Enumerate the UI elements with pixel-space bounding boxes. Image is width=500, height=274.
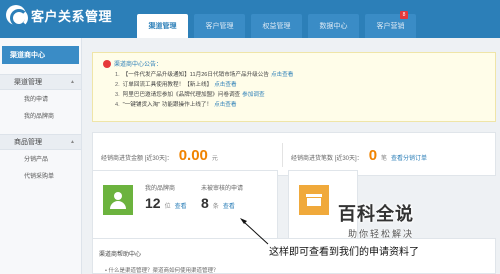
stat-label: 经销商进货笔数 [近30天]： xyxy=(291,156,363,162)
cell-value: 8 xyxy=(201,195,209,211)
tab-label: 权益管理 xyxy=(262,23,291,30)
stat-value: 0.00 xyxy=(178,147,208,164)
watermark-sub: 助你轻松解决 xyxy=(348,230,415,240)
list-item: 1. 【一件代发产品升级通知】11月26日代销市场产品升级公告 点击查看 xyxy=(115,70,293,80)
sidebar-item-my-applications[interactable]: 我的申请 xyxy=(0,90,81,107)
item-text: 订单回流工具使用教程！【新上线】 xyxy=(122,82,213,88)
tab-channel-management[interactable]: 渠道管理 xyxy=(137,14,188,38)
announcement-panel: 渠道商中心公告： 1. 【一件代发产品升级通知】11月26日代销市场产品升级公告点… xyxy=(92,52,496,122)
collapse-arrow-icon: ▲ xyxy=(70,139,75,145)
watermark-logo: 百科全说 助你轻松解决 xyxy=(338,200,462,246)
announcement-title: 渠道商中心公告： xyxy=(103,59,162,68)
tab-label: 客户管理 xyxy=(205,23,234,30)
stat-label: 经销商进货金额 [近30天]： xyxy=(101,156,173,162)
sidebar-group-label: 商品管理 xyxy=(14,139,42,146)
item-link[interactable]: 点击查看 xyxy=(214,82,236,88)
cell-unit: 条 xyxy=(212,204,219,210)
divider xyxy=(282,143,283,167)
item-number: 3. xyxy=(115,92,120,98)
announcement-icon xyxy=(103,59,111,68)
cell-label: 未被审核的申请 xyxy=(201,186,244,192)
sidebar-group-products: 商品管理 ▲ 分销产品 代销采购单 xyxy=(0,134,81,184)
top-header: 客户关系管理 渠道管理 客户管理 权益管理 数据中心 客户营销 8 xyxy=(0,0,500,38)
item-link[interactable]: 参加调查 xyxy=(242,92,264,98)
item-link[interactable]: 点击查看 xyxy=(214,102,236,108)
item-number: 4. xyxy=(115,102,120,108)
announcement-list: 1. 【一件代发产品升级通知】11月26日代销市场产品升级公告 点击查看 2. 订单回… xyxy=(115,70,293,110)
app-title: 客户关系管理 xyxy=(31,8,113,24)
item-text: "一键铺货入淘" 功能跟操作上线了！ xyxy=(122,102,213,108)
view-brands-link[interactable]: 查看 xyxy=(175,201,187,210)
purchase-count-stat: 经销商进货笔数 [近30天]： 0 笔 查看分销订单 xyxy=(291,147,427,164)
stat-unit: 笔 xyxy=(381,156,388,162)
cell-unit: 位 xyxy=(164,204,171,210)
item-link[interactable]: 点击查看 xyxy=(271,72,293,78)
tab-rights-management[interactable]: 权益管理 xyxy=(251,14,302,38)
list-item: 4. "一键铺货入淘" 功能跟操作上线了！ 点击查看 xyxy=(115,100,293,110)
pending-applications-cell: 未被审核的申请 8 条 查看 xyxy=(201,183,243,211)
watermark-main: 百科全说 xyxy=(338,204,414,225)
stat-unit: 元 xyxy=(211,156,218,162)
app-logo[interactable]: 客户关系管理 xyxy=(6,5,113,27)
main-nav: 渠道管理 客户管理 权益管理 数据中心 客户营销 8 xyxy=(137,11,422,38)
logo-icon xyxy=(6,5,28,27)
view-pending-link[interactable]: 查看 xyxy=(223,201,235,210)
sidebar-item-my-brands[interactable]: 我的品牌商 xyxy=(0,107,81,124)
sidebar-group-label: 渠道管理 xyxy=(14,79,42,86)
brand-card: 我的品牌商 12 位 查看 未被审核的申请 8 条 查看 xyxy=(92,170,278,242)
sidebar-group-header[interactable]: 商品管理 ▲ xyxy=(0,134,81,150)
item-text: 阿里巴巴邀请您参加《品牌代理加盟》问卷调查 xyxy=(122,92,241,98)
sidebar: 渠道商中心 渠道管理 ▲ 我的申请 我的品牌商 商品管理 ▲ 分销产品 代销采购… xyxy=(0,38,82,274)
sidebar-group-channel: 渠道管理 ▲ 我的申请 我的品牌商 xyxy=(0,74,81,124)
announcement-title-text: 渠道商中心公告： xyxy=(114,62,163,68)
box-icon xyxy=(299,185,329,215)
item-number: 2. xyxy=(115,82,120,88)
notification-badge: 8 xyxy=(400,11,408,19)
item-number: 1. xyxy=(115,72,120,78)
tab-label: 客户营销 xyxy=(376,23,405,30)
sidebar-group-header[interactable]: 渠道管理 ▲ xyxy=(0,74,81,90)
list-item: 2. 订单回流工具使用教程！【新上线】 点击查看 xyxy=(115,80,293,90)
cell-label: 我的品牌商 xyxy=(145,186,176,192)
help-title: 渠道商帮助中心 xyxy=(99,252,142,258)
tab-customer-marketing[interactable]: 客户营销 8 xyxy=(365,11,416,38)
sidebar-item-consignment-orders[interactable]: 代销采购单 xyxy=(0,167,81,184)
tab-customer-management[interactable]: 客户管理 xyxy=(194,14,245,38)
stat-value: 0 xyxy=(368,147,378,164)
purchase-amount-stat: 经销商进货金额 [近30天]： 0.00 元 xyxy=(101,147,218,164)
user-icon xyxy=(103,185,133,215)
tab-data-center[interactable]: 数据中心 xyxy=(308,14,359,38)
my-brands-cell: 我的品牌商 12 位 查看 xyxy=(145,183,187,211)
help-link[interactable]: • 什么是渠道管理？渠道商如何使用渠道管理？ xyxy=(105,266,218,274)
cell-value: 12 xyxy=(145,195,161,211)
sidebar-title: 渠道商中心 xyxy=(2,46,79,64)
item-text: 【一件代发产品升级通知】11月26日代销市场产品升级公告 xyxy=(122,72,269,78)
sidebar-item-distribution-products[interactable]: 分销产品 xyxy=(0,150,81,167)
list-item: 3. 阿里巴巴邀请您参加《品牌代理加盟》问卷调查 参加调查 xyxy=(115,90,293,100)
view-distribution-orders-link[interactable]: 查看分销订单 xyxy=(391,153,427,162)
collapse-arrow-icon: ▲ xyxy=(70,79,75,85)
tab-label: 渠道管理 xyxy=(148,23,177,30)
tab-label: 数据中心 xyxy=(319,23,348,30)
